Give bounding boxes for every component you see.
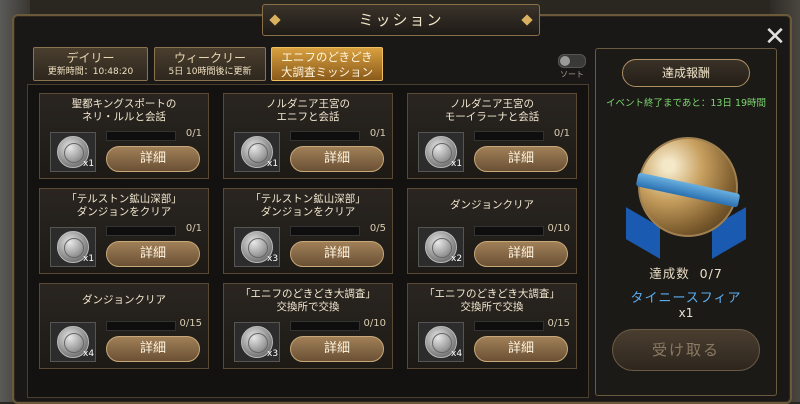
details-button[interactable]: 詳細 xyxy=(474,241,568,267)
progress-bar xyxy=(290,321,360,331)
mission-card: 「テルストン鉱山深部」 ダンジョンをクリア x3 0/5 詳細 xyxy=(223,188,393,274)
window-title-bar: ミッション xyxy=(262,4,540,36)
coin-icon: x1 xyxy=(50,132,96,172)
coin-icon: x3 xyxy=(234,227,280,267)
progress-text: 0/1 xyxy=(185,128,202,139)
tab-label: ウィークリー xyxy=(173,51,246,65)
mission-card: ダンジョンクリア x4 0/15 詳細 xyxy=(39,283,209,369)
mission-title: 聖都キングスポートの ネリ・ルルと会話 xyxy=(71,98,177,123)
progress-bar xyxy=(106,131,176,141)
tab-enif-mission[interactable]: エニフのどきどき 大調査ミッション xyxy=(271,47,383,81)
details-button[interactable]: 詳細 xyxy=(290,146,384,172)
progress-text: 0/1 xyxy=(185,223,202,234)
progress-text: 0/1 xyxy=(369,128,386,139)
claim-button[interactable]: 受け取る xyxy=(612,329,760,371)
progress-bar xyxy=(474,321,544,331)
reward-count: x1 xyxy=(451,159,463,169)
progress-text: 0/15 xyxy=(547,318,570,329)
achievement-count: 達成数 0/7 xyxy=(649,266,723,281)
coin-icon: x2 xyxy=(418,227,464,267)
details-button[interactable]: 詳細 xyxy=(474,336,568,362)
details-button[interactable]: 詳細 xyxy=(106,146,200,172)
progress-bar xyxy=(474,131,544,141)
tab-label: デイリー xyxy=(66,51,115,65)
reward-count: x4 xyxy=(83,349,95,359)
mission-title: 「テルストン鉱山深部」 ダンジョンをクリア xyxy=(66,193,182,218)
mission-title: ノルダニア王宮の エニフと会話 xyxy=(266,98,350,123)
reward-count: x1 xyxy=(267,159,279,169)
progress-bar xyxy=(290,226,360,236)
details-button[interactable]: 詳細 xyxy=(106,336,200,362)
mission-title: ダンジョンクリア xyxy=(82,294,166,306)
mission-title: 「テルストン鉱山深部」 ダンジョンをクリア xyxy=(250,193,366,218)
mission-card: 「テルストン鉱山深部」 ダンジョンをクリア x1 0/1 詳細 xyxy=(39,188,209,274)
mission-card: 「エニフのどきどき大調査」 交換所で交換 x3 0/10 詳細 xyxy=(223,283,393,369)
progress-text: 0/10 xyxy=(547,223,570,234)
coin-icon: x4 xyxy=(418,322,464,362)
sphere-icon xyxy=(626,131,746,259)
coin-icon: x1 xyxy=(418,132,464,172)
reward-panel: 達成報酬 イベント終了まであと：13日 19時間 達成数 0/7 タイニースフィ… xyxy=(595,48,777,396)
ornament-icon xyxy=(521,14,533,26)
window-title: ミッション xyxy=(358,11,444,29)
reward-count: x4 xyxy=(451,349,463,359)
reward-count: x1 xyxy=(83,254,95,264)
mission-title: 「エニフのどきどき大調査」 交換所で交換 xyxy=(424,288,560,313)
sort-toggle[interactable] xyxy=(558,54,586,68)
reward-count: x2 xyxy=(451,254,463,264)
coin-icon: x3 xyxy=(234,322,280,362)
progress-bar xyxy=(290,131,360,141)
coin-icon: x1 xyxy=(50,227,96,267)
mission-card: ノルダニア王宮の エニフと会話 x1 0/1 詳細 xyxy=(223,93,393,179)
ornament-icon xyxy=(269,14,281,26)
reward-count: x1 xyxy=(83,159,95,169)
mission-card: 聖都キングスポートの ネリ・ルルと会話 x1 0/1 詳細 xyxy=(39,93,209,179)
details-button[interactable]: 詳細 xyxy=(290,241,384,267)
details-button[interactable]: 詳細 xyxy=(474,146,568,172)
mission-title: 「エニフのどきどき大調査」 交換所で交換 xyxy=(240,288,376,313)
tab-daily[interactable]: デイリー 更新時間：10:48:20 xyxy=(33,47,148,81)
reward-count: x3 xyxy=(267,349,279,359)
progress-text: 0/5 xyxy=(369,223,386,234)
mission-title: ノルダニア王宮の モーイラーナと会話 xyxy=(444,98,540,123)
progress-text: 0/15 xyxy=(179,318,202,329)
mission-card: 「エニフのどきどき大調査」 交換所で交換 x4 0/15 詳細 xyxy=(407,283,577,369)
close-icon[interactable]: ✕ xyxy=(764,24,786,50)
coin-icon: x1 xyxy=(234,132,280,172)
event-end-text: イベント終了まであと：13日 19時間 xyxy=(605,98,767,109)
progress-text: 0/1 xyxy=(553,128,570,139)
details-button[interactable]: 詳細 xyxy=(290,336,384,362)
tab-sub: 5日 10時間後に更新 xyxy=(168,67,252,77)
progress-bar xyxy=(474,226,544,236)
reward-count: x3 xyxy=(267,254,279,264)
mission-title: ダンジョンクリア xyxy=(450,199,534,211)
progress-bar xyxy=(106,226,176,236)
progress-text: 0/10 xyxy=(363,318,386,329)
details-button[interactable]: 詳細 xyxy=(106,241,200,267)
mission-card: ノルダニア王宮の モーイラーナと会話 x1 0/1 詳細 xyxy=(407,93,577,179)
mission-card: ダンジョンクリア x2 0/10 詳細 xyxy=(407,188,577,274)
achievement-reward-button[interactable]: 達成報酬 xyxy=(622,59,750,87)
tab-label-line2: 大調査ミッション xyxy=(281,65,373,79)
mission-grid: 聖都キングスポートの ネリ・ルルと会話 x1 0/1 詳細 ノルダニア王宮の エ… xyxy=(27,84,589,398)
tab-weekly[interactable]: ウィークリー 5日 10時間後に更新 xyxy=(154,47,266,81)
tab-label: エニフのどきどき xyxy=(281,50,373,64)
sort-label: ソート xyxy=(560,70,584,79)
reward-item-name: タイニースフィア xyxy=(630,291,742,306)
reward-item-qty: x1 xyxy=(678,306,694,320)
tab-sub: 更新時間：10:48:20 xyxy=(47,67,134,77)
progress-bar xyxy=(106,321,176,331)
coin-icon: x4 xyxy=(50,322,96,362)
